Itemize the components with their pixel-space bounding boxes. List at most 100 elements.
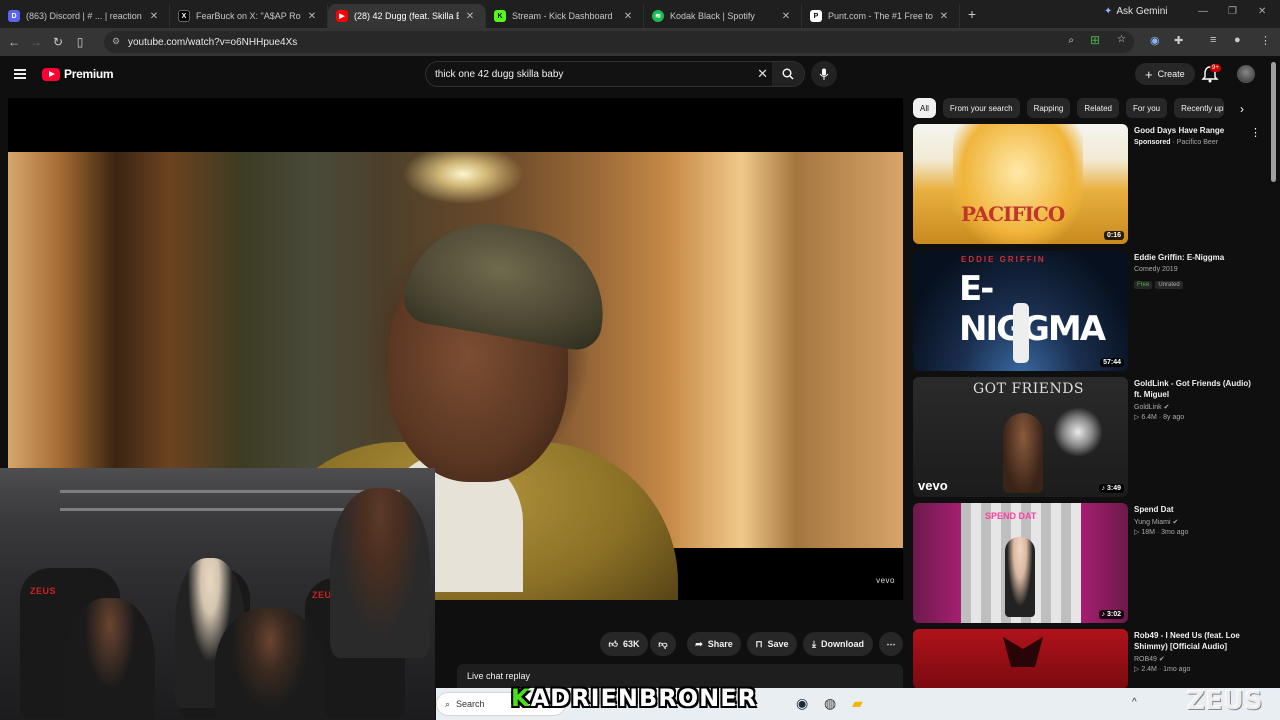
account-avatar[interactable]	[1237, 65, 1255, 83]
video-thumbnail[interactable]: PACIFICO 0:16	[913, 124, 1128, 244]
thumbnail-light	[1053, 407, 1103, 457]
close-icon[interactable]: ✕	[305, 11, 319, 22]
tab-punt[interactable]: P Punt.com - The #1 Free to Play ✕	[802, 4, 960, 28]
recommendation-item[interactable]: EDDIE GRIFFIN E-NIGGMA 57:44 Eddie Griff…	[913, 251, 1263, 371]
close-icon[interactable]: ✕	[147, 11, 161, 22]
video-thumbnail[interactable]: GOT FRIENDS vevo ♪ 3:49	[913, 377, 1128, 497]
recommendation-item[interactable]: Rob49 - I Need Us (feat. Loe Shimmy) [Of…	[913, 629, 1263, 689]
channel-name[interactable]: Yung Miami ✔	[1134, 518, 1260, 526]
zeus-watermark: ZEUS	[1186, 686, 1263, 716]
streamer-person	[215, 608, 325, 720]
ring-rope	[60, 490, 400, 493]
plus-icon: +	[1145, 66, 1153, 82]
search-input[interactable]: thick one 42 dugg skilla baby	[435, 69, 563, 80]
extensions-puzzle-icon[interactable]: ✚	[1174, 34, 1183, 47]
tab-kick[interactable]: K Stream - Kick Dashboard ✕	[486, 4, 644, 28]
search-button[interactable]	[772, 62, 804, 86]
recommendation-item[interactable]: GOT FRIENDS vevo ♪ 3:49 GoldLink - Got F…	[913, 377, 1263, 497]
close-icon[interactable]: ✕	[621, 11, 635, 22]
share-button[interactable]: ➦ Share	[687, 632, 741, 656]
back-icon[interactable]: ←	[3, 35, 25, 49]
menu-icon[interactable]	[14, 69, 26, 79]
minimize-icon[interactable]: —	[1198, 6, 1208, 17]
channel-name[interactable]: Pacifico Beer	[1177, 139, 1218, 146]
search-box[interactable]: thick one 42 dugg skilla baby ✕	[425, 61, 805, 87]
sidebar-icon[interactable]: ▯	[69, 35, 91, 49]
download-button[interactable]: ⤓ Download	[803, 632, 873, 656]
chip-recently-uploaded[interactable]: Recently upl	[1174, 98, 1225, 118]
chip-related[interactable]: Related	[1077, 98, 1119, 118]
ask-gemini-button[interactable]: ✦ Ask Gemini	[1104, 6, 1168, 17]
chip-from-your-search[interactable]: From your search	[942, 98, 1020, 118]
like-button[interactable]: 👍︎ 63K	[600, 632, 648, 656]
page-scrollbar[interactable]	[1271, 62, 1276, 182]
tab-youtube[interactable]: ▶ (28) 42 Dugg (feat. Skilla Ba ✕	[328, 4, 486, 28]
tray-chevron-icon[interactable]: ^	[1132, 697, 1137, 708]
chip-all[interactable]: All	[913, 98, 936, 118]
file-explorer-icon[interactable]: ▰	[852, 695, 863, 712]
reading-list-icon[interactable]: ≡	[1210, 34, 1216, 46]
clear-search-icon[interactable]: ✕	[757, 66, 768, 82]
dislike-button[interactable]: 👎︎	[650, 632, 676, 656]
close-icon[interactable]: ✕	[779, 11, 793, 22]
share-icon: ➦	[695, 638, 703, 649]
forward-icon[interactable]: →	[25, 35, 47, 49]
close-window-icon[interactable]: ✕	[1258, 6, 1266, 17]
create-button[interactable]: + Create	[1135, 63, 1195, 85]
chip-rapping[interactable]: Rapping	[1026, 98, 1071, 118]
video-thumbnail[interactable]: SPEND DAT ♪ 3:02	[913, 503, 1128, 623]
new-tab-button[interactable]: +	[960, 6, 984, 22]
video-thumbnail[interactable]	[913, 629, 1128, 689]
more-actions-button[interactable]: ⋯	[879, 632, 903, 656]
reload-icon[interactable]: ↻	[47, 35, 69, 49]
close-icon[interactable]: ✕	[937, 11, 951, 22]
video-title[interactable]: Eddie Griffin: E-Niggma	[1134, 252, 1260, 263]
tab-spotify[interactable]: ≋ Kodak Black | Spotify ✕	[644, 4, 802, 28]
restore-icon[interactable]: ❐	[1228, 6, 1237, 17]
tab-x[interactable]: X FearBuck on X: "A$AP Rocky g ✕	[170, 4, 328, 28]
video-title[interactable]: Spend Dat	[1134, 504, 1260, 515]
punt-icon: P	[810, 10, 822, 22]
notification-count-badge: 9+	[1210, 64, 1221, 72]
video-title[interactable]: Rob49 - I Need Us (feat. Loe Shimmy) [Of…	[1134, 630, 1260, 652]
youtube-premium-logo[interactable]: Premium	[42, 67, 114, 81]
bookmark-star-icon[interactable]: ☆	[1117, 34, 1126, 45]
zoom-icon[interactable]: ⌕	[1068, 35, 1074, 46]
recommendation-item[interactable]: SPEND DAT ♪ 3:02 Spend Dat Yung Miami ✔ …	[913, 503, 1263, 623]
video-title[interactable]: Good Days Have Range	[1134, 125, 1260, 136]
recommendation-item[interactable]: PACIFICO 0:16 Good Days Have Range Spons…	[913, 124, 1263, 244]
video-meta: Eddie Griffin: E-Niggma Comedy 2019 Free…	[1134, 252, 1260, 291]
browser-menu-icon[interactable]: ⋮	[1260, 34, 1271, 47]
close-icon[interactable]: ✕	[463, 11, 477, 22]
address-bar[interactable]: ⚙ youtube.com/watch?v=o6NHHpue4Xs ⌕ ⊞ ☆	[104, 31, 1134, 53]
chevron-right-icon[interactable]: ›	[1240, 102, 1244, 116]
site-info-icon[interactable]: ⚙	[112, 36, 120, 47]
tab-discord[interactable]: D (863) Discord | # ... | reaction ✕	[0, 4, 170, 28]
url-text: youtube.com/watch?v=o6NHHpue4Xs	[128, 36, 298, 48]
thumbnail-figure	[1003, 413, 1043, 493]
video-thumbnail[interactable]: EDDIE GRIFFIN E-NIGGMA 57:44	[913, 251, 1128, 371]
channel-name[interactable]: ROB49 ✔	[1134, 655, 1260, 663]
save-button[interactable]: ⊓ Save	[747, 632, 797, 656]
extension-icon[interactable]: ◉	[1150, 34, 1160, 47]
channel-name[interactable]: GoldLink ✔	[1134, 403, 1260, 411]
obs-icon[interactable]: ◍	[824, 695, 836, 712]
video-title[interactable]: GoldLink - Got Friends (Audio) ft. Migue…	[1134, 378, 1260, 400]
beer-glass-graphic	[953, 124, 1083, 244]
voice-search-button[interactable]	[811, 61, 837, 87]
video-meta: Rob49 - I Need Us (feat. Loe Shimmy) [Of…	[1134, 630, 1260, 673]
verified-icon: ✔	[1158, 656, 1165, 663]
profile-icon[interactable]: ●	[1234, 34, 1241, 46]
channel-name[interactable]: Comedy 2019	[1134, 266, 1260, 273]
browser-tab-strip: D (863) Discord | # ... | reaction ✕ X F…	[0, 0, 1280, 28]
thumbnail-bird-graphic	[1003, 637, 1043, 667]
video-stats: ▷ 6.4M · 8y ago	[1134, 414, 1185, 421]
install-app-icon[interactable]: ⊞	[1090, 33, 1100, 47]
chair-logo: ZEUS	[30, 586, 57, 596]
more-vertical-icon[interactable]: ⋮	[1250, 126, 1261, 139]
steam-icon[interactable]: ◉	[796, 695, 808, 712]
x-icon: X	[178, 10, 190, 22]
sponsored-label: Sponsored	[1134, 139, 1171, 146]
chip-for-you[interactable]: For you	[1125, 98, 1168, 118]
youtube-header: Premium thick one 42 dugg skilla baby ✕ …	[0, 56, 1280, 96]
